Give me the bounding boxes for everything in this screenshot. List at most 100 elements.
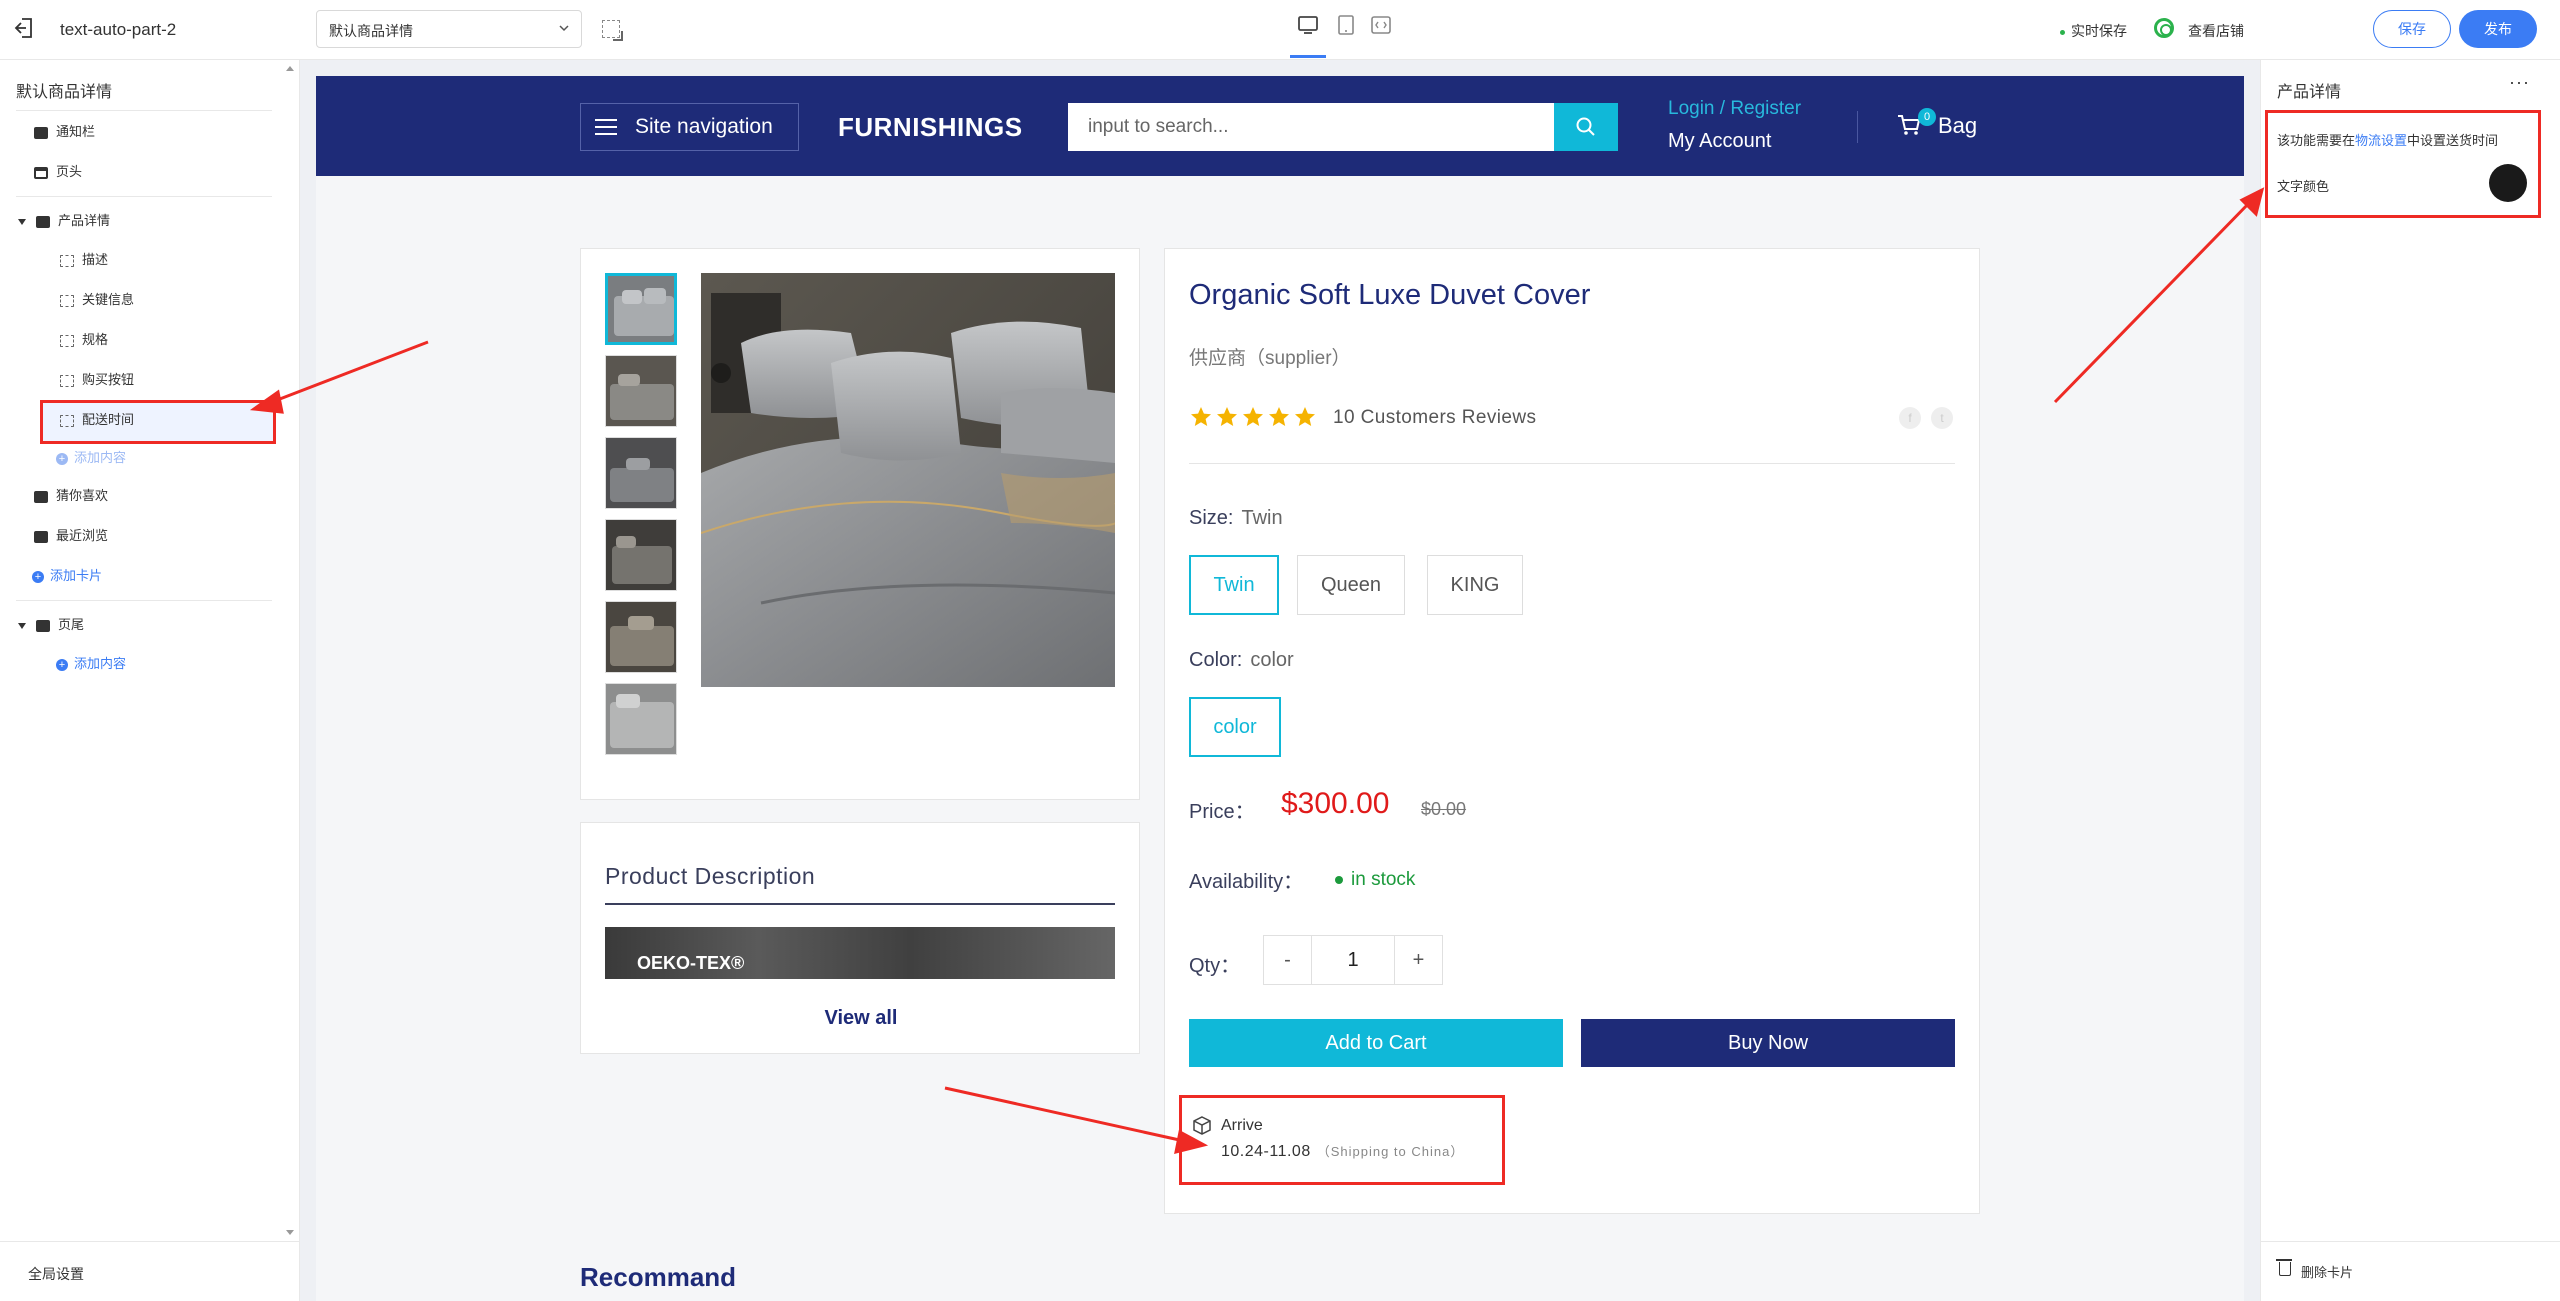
quantity-input[interactable]: 1 <box>1312 936 1394 984</box>
size-label: Size: Twin <box>1189 507 1283 530</box>
left-sidebar: 默认商品详情 通知栏 页头 产品详情 描述 关键信息 规格 购买按钮 配送时间 … <box>0 60 300 1301</box>
code-view-icon[interactable] <box>1370 14 1392 36</box>
color-label-text: Color: <box>1189 649 1243 671</box>
facebook-share-icon[interactable]: f <box>1899 407 1921 429</box>
panel-scrollbar[interactable] <box>2547 60 2557 1241</box>
add-card-button[interactable]: + 添加卡片 <box>32 564 102 588</box>
tablet-view-icon[interactable] <box>1335 14 1357 36</box>
global-settings-button[interactable]: 全局设置 <box>0 1241 300 1301</box>
store-preview: Site navigation FURNISHINGS input to sea… <box>316 76 2244 1301</box>
my-account-link[interactable]: My Account <box>1668 130 1771 153</box>
add-to-cart-button[interactable]: Add to Cart <box>1189 1019 1563 1067</box>
rating-stars <box>1189 405 1319 429</box>
add-content-button[interactable]: + 添加内容 <box>56 446 126 470</box>
add-card-label: 添加卡片 <box>50 568 103 583</box>
size-option-queen[interactable]: Queen <box>1297 555 1405 615</box>
description-image: OEKO-TEX® <box>605 927 1115 979</box>
chevron-down-icon <box>559 25 569 32</box>
gallery-thumbnail[interactable] <box>605 519 677 591</box>
block-frame-icon <box>60 374 74 387</box>
bag-link[interactable]: Bag <box>1938 113 1977 139</box>
tree-item-delivery-time[interactable]: 配送时间 <box>60 408 134 432</box>
tree-item-label: 产品详情 <box>58 213 111 228</box>
gallery-thumbnail[interactable] <box>605 683 677 755</box>
size-option-twin[interactable]: Twin <box>1189 555 1279 615</box>
tree-item-footer[interactable]: 页尾 <box>18 613 84 637</box>
panel-title: 产品详情 <box>2277 84 2342 101</box>
divider <box>16 196 272 197</box>
sidebar-header: 默认商品详情 <box>16 84 113 101</box>
tree-item-header[interactable]: 页头 <box>34 160 82 184</box>
tree-item-buy-button[interactable]: 购买按钮 <box>60 368 134 392</box>
tree-item-label: 描述 <box>82 252 109 267</box>
tree-item-product-detail[interactable]: 产品详情 <box>18 209 110 233</box>
store-logo[interactable]: FURNISHINGS <box>838 112 1023 143</box>
text-color-label: 文字颜色 <box>2277 179 2330 194</box>
highlight-box <box>2265 110 2541 218</box>
quantity-increase-button[interactable]: + <box>1394 936 1442 984</box>
footer-section-icon <box>36 619 50 632</box>
gallery-thumbnail[interactable] <box>605 437 677 509</box>
tree-item-description[interactable]: 描述 <box>60 248 108 272</box>
tree-item-label: 猜你喜欢 <box>56 488 109 503</box>
quantity-decrease-button[interactable]: - <box>1264 936 1312 984</box>
delete-card-button[interactable]: 删除卡片 <box>2301 1262 2353 1281</box>
divider <box>16 110 272 111</box>
page-template-select[interactable]: 默认商品详情 <box>316 10 582 48</box>
search-button[interactable] <box>1554 103 1618 151</box>
search-input[interactable]: input to search... <box>1068 103 1554 151</box>
thumbnail-image <box>608 276 674 342</box>
logistics-settings-link[interactable]: 物流设置 <box>2355 133 2407 148</box>
product-price: $300.00 <box>1281 787 1390 820</box>
scroll-down-icon[interactable] <box>286 1230 294 1235</box>
scroll-up-icon[interactable] <box>286 66 294 71</box>
add-content-button[interactable]: + 添加内容 <box>56 652 126 676</box>
view-shop-icon[interactable] <box>2154 18 2174 38</box>
sidebar-scrollbar[interactable] <box>284 60 296 1241</box>
publish-button[interactable]: 发布 <box>2459 10 2537 48</box>
reviews-link[interactable]: 10 Customers Reviews <box>1333 407 1536 429</box>
quantity-stepper: - 1 + <box>1263 935 1443 985</box>
highlight-box <box>1179 1095 1505 1185</box>
exit-icon[interactable] <box>14 17 34 39</box>
availability-label: Availability： <box>1189 871 1304 893</box>
trash-icon[interactable] <box>2276 1259 2292 1276</box>
save-button[interactable]: 保存 <box>2373 10 2451 48</box>
site-navigation-button[interactable]: Site navigation <box>580 103 799 151</box>
tree-item-label: 最近浏览 <box>56 528 109 543</box>
gallery-thumbnail[interactable] <box>605 355 677 427</box>
autosave-label: 实时保存 <box>2071 23 2127 39</box>
tree-item-notice-bar[interactable]: 通知栏 <box>34 120 95 144</box>
gallery-thumbnail[interactable] <box>605 273 677 345</box>
panel-footer: 删除卡片 <box>2261 1241 2560 1301</box>
caret-down-icon[interactable] <box>18 622 26 629</box>
tree-item-specs[interactable]: 规格 <box>60 328 108 352</box>
more-options-icon[interactable]: ··· <box>2509 72 2530 93</box>
availability-status: in stock <box>1335 869 1415 891</box>
note-prefix: 该功能需要在 <box>2277 133 2356 148</box>
twitter-share-icon[interactable]: t <box>1931 407 1953 429</box>
size-option-king[interactable]: KING <box>1427 555 1523 615</box>
right-settings-panel: 产品详情 ··· 该功能需要在物流设置中设置送货时间 文字颜色 删除卡片 <box>2260 60 2560 1301</box>
color-selected-value: color <box>1250 649 1294 671</box>
login-register-link[interactable]: Login / Register <box>1668 98 1801 120</box>
text-color-swatch[interactable] <box>2489 164 2527 202</box>
tree-item-key-info[interactable]: 关键信息 <box>60 288 134 312</box>
tree-item-recommend[interactable]: 猜你喜欢 <box>34 484 108 508</box>
gallery-thumbnail[interactable] <box>605 601 677 673</box>
divider <box>16 600 272 601</box>
color-option[interactable]: color <box>1189 697 1281 757</box>
desktop-view-icon[interactable] <box>1297 14 1319 36</box>
tree-item-recent[interactable]: 最近浏览 <box>34 524 108 548</box>
view-shop-link[interactable]: 查看店铺 <box>2188 21 2244 41</box>
buy-now-button[interactable]: Buy Now <box>1581 1019 1955 1067</box>
recommend-section-title: Recommand <box>580 1262 737 1292</box>
product-info-card: Organic Soft Luxe Duvet Cover 供应商（suppli… <box>1164 248 1980 1214</box>
product-main-image[interactable] <box>701 273 1115 687</box>
section-icon <box>34 530 48 543</box>
package-icon <box>1193 1116 1211 1135</box>
element-picker-icon[interactable] <box>602 20 623 41</box>
block-frame-icon <box>60 254 74 267</box>
caret-down-icon[interactable] <box>18 218 26 225</box>
view-all-link[interactable]: View all <box>581 1007 1141 1030</box>
